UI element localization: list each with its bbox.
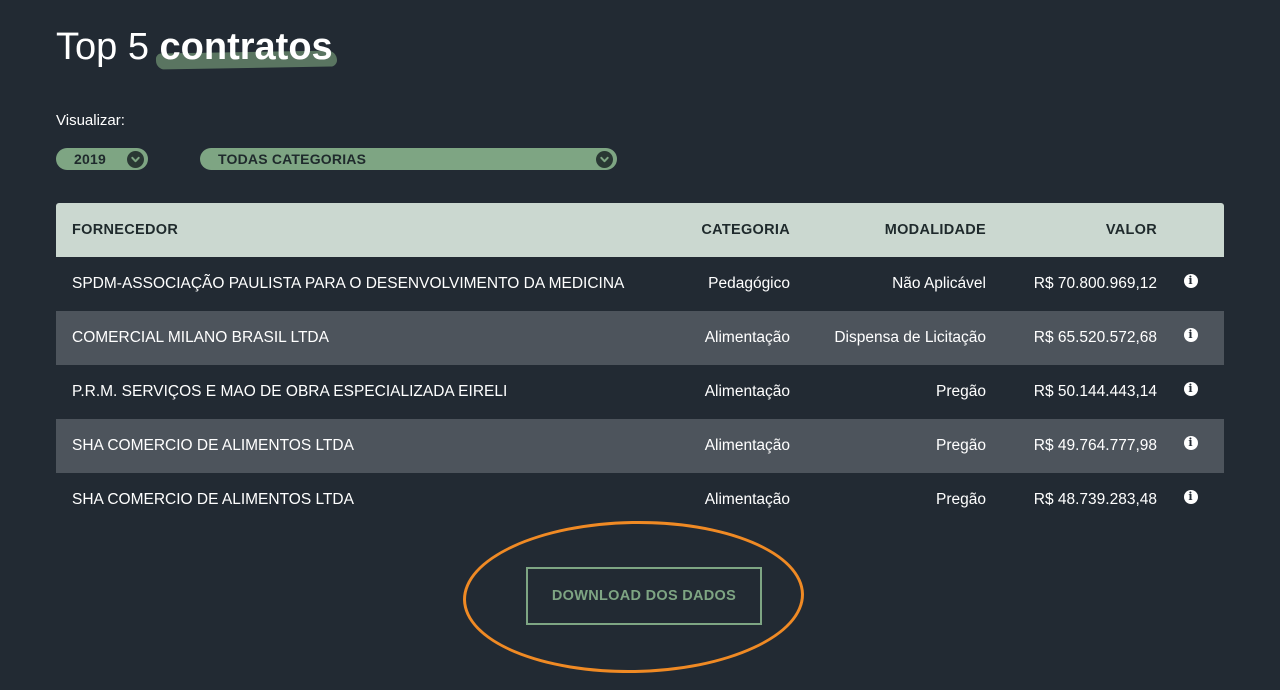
header-modalidade: MODALIDADE xyxy=(884,222,986,238)
chevron-down-icon xyxy=(596,150,613,168)
cell-categoria: Alimentação xyxy=(704,329,790,346)
chevron-down-icon xyxy=(127,150,144,168)
info-icon[interactable]: i xyxy=(1183,328,1198,342)
table-header: FORNECEDOR CATEGORIA MODALIDADE VALOR xyxy=(56,203,1224,257)
year-select-value: 2019 xyxy=(74,151,106,167)
header-valor: VALOR xyxy=(1105,222,1157,238)
header-categoria: CATEGORIA xyxy=(701,222,790,238)
table-row: SPDM-ASSOCIAÇÃO PAULISTA PARA O DESENVOL… xyxy=(56,257,1224,311)
info-icon[interactable]: i xyxy=(1183,274,1198,288)
cell-categoria: Pedagógico xyxy=(708,275,790,292)
cell-fornecedor: SHA COMERCIO DE ALIMENTOS LTDA xyxy=(72,491,354,508)
cell-modalidade: Pregão xyxy=(936,383,986,400)
visualizar-label: Visualizar: xyxy=(56,112,125,129)
page-title: Top 5 contratos xyxy=(56,24,337,70)
cell-fornecedor: SHA COMERCIO DE ALIMENTOS LTDA xyxy=(72,437,354,454)
cell-valor: R$ 49.764.777,98 xyxy=(1033,437,1157,454)
table-row: COMERCIAL MILANO BRASIL LTDA Alimentação… xyxy=(56,311,1224,365)
cell-valor: R$ 70.800.969,12 xyxy=(1033,275,1157,292)
page: Top 5 contratos Visualizar: 2019 TODAS C… xyxy=(0,0,1280,690)
cell-modalidade: Dispensa de Licitação xyxy=(834,329,986,346)
cell-modalidade: Não Aplicável xyxy=(892,275,986,292)
category-select-value: TODAS CATEGORIAS xyxy=(218,151,367,167)
title-highlight-text: contratos xyxy=(159,26,333,68)
cell-valor: R$ 48.739.283,48 xyxy=(1033,491,1157,508)
cell-fornecedor: P.R.M. SERVIÇOS E MAO DE OBRA ESPECIALIZ… xyxy=(72,383,508,400)
download-button[interactable]: DOWNLOAD DOS DADOS xyxy=(526,567,762,625)
cell-categoria: Alimentação xyxy=(704,491,790,508)
table-row: SHA COMERCIO DE ALIMENTOS LTDA Alimentaç… xyxy=(56,419,1224,473)
cell-fornecedor: COMERCIAL MILANO BRASIL LTDA xyxy=(72,329,329,346)
cell-modalidade: Pregão xyxy=(936,491,986,508)
cell-categoria: Alimentação xyxy=(704,383,790,400)
table-row: SHA COMERCIO DE ALIMENTOS LTDA Alimentaç… xyxy=(56,473,1224,527)
header-fornecedor: FORNECEDOR xyxy=(72,222,179,238)
year-select[interactable]: 2019 xyxy=(56,148,148,170)
info-icon[interactable]: i xyxy=(1183,490,1198,504)
cell-valor: R$ 50.144.443,14 xyxy=(1033,383,1157,400)
info-icon[interactable]: i xyxy=(1183,382,1198,396)
cell-modalidade: Pregão xyxy=(936,437,986,454)
title-prefix: Top 5 xyxy=(56,26,149,68)
info-icon[interactable]: i xyxy=(1183,436,1198,450)
title-highlight: contratos xyxy=(155,26,337,70)
cell-valor: R$ 65.520.572,68 xyxy=(1033,329,1157,346)
cell-fornecedor: SPDM-ASSOCIAÇÃO PAULISTA PARA O DESENVOL… xyxy=(72,275,625,292)
cell-categoria: Alimentação xyxy=(704,437,790,454)
contracts-table: FORNECEDOR CATEGORIA MODALIDADE VALOR SP… xyxy=(56,203,1224,527)
table-row: P.R.M. SERVIÇOS E MAO DE OBRA ESPECIALIZ… xyxy=(56,365,1224,419)
category-select[interactable]: TODAS CATEGORIAS xyxy=(200,148,617,170)
